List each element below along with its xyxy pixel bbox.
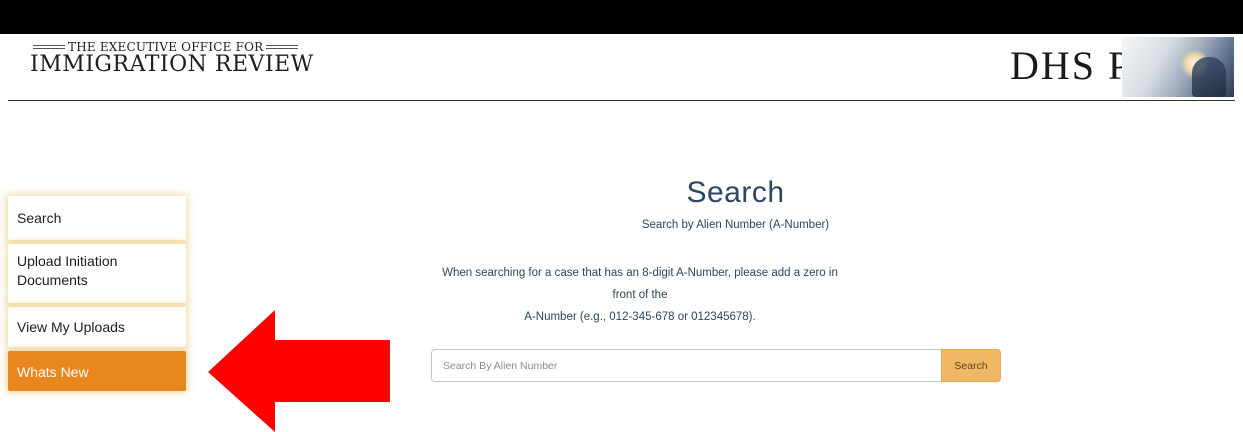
sidebar-item-whats-new[interactable]: Whats New — [8, 351, 186, 391]
page-subtitle: Search by Alien Number (A-Number) — [641, 219, 830, 231]
top-black-bar — [0, 0, 1243, 34]
instructions-line1: When searching for a case that has an 8-… — [442, 267, 838, 301]
eoir-logo[interactable]: IMMIGRATION REVIEW — [30, 52, 314, 77]
page-title: Search — [686, 176, 785, 209]
sidebar-item-view-my-uploads[interactable]: View My Uploads — [8, 307, 186, 347]
sidebar-item-upload-initiation-documents[interactable]: Upload Initiation Documents — [8, 244, 186, 303]
red-arrow-annotation — [208, 310, 390, 432]
logo-rule-right — [266, 45, 299, 49]
logo-rule-left — [33, 45, 65, 49]
instructions-line2: A-Number (e.g., 012-345-678 or 012345678… — [524, 311, 756, 323]
image-figure — [1192, 57, 1226, 97]
search-button[interactable]: Search — [941, 349, 1001, 382]
alien-number-search-input[interactable] — [431, 349, 941, 382]
search-form: Search — [431, 349, 1001, 382]
arrow-shape — [208, 310, 390, 432]
search-instructions: When searching for a case that has an 8-… — [430, 262, 850, 328]
header-divider — [8, 100, 1235, 101]
portal-header-image — [1122, 37, 1234, 97]
